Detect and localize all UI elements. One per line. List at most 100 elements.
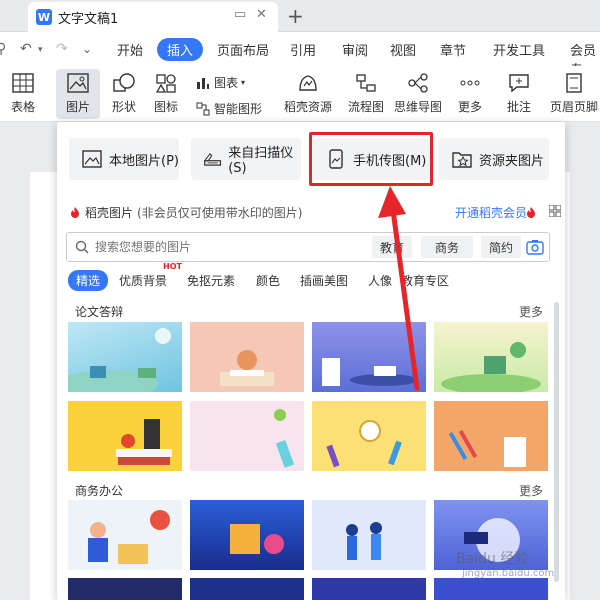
redo-icon[interactable]: ↷	[56, 41, 68, 57]
section-title-thesis: 论文答辩	[75, 305, 124, 319]
shape-button[interactable]: 形状	[106, 72, 142, 115]
icon-library-icon	[155, 74, 176, 93]
picture-thumbnail[interactable]	[312, 578, 426, 600]
picture-thumbnail[interactable]	[434, 401, 548, 471]
comment-label: 批注	[506, 100, 531, 114]
icon-library-button[interactable]: 图标	[148, 72, 184, 115]
search-icon[interactable]: ⚲	[0, 41, 6, 57]
icon-library-label: 图标	[153, 100, 178, 114]
thumbnail-image	[230, 524, 284, 554]
table-icon	[12, 73, 34, 93]
close-tab-icon[interactable]: ✕	[256, 7, 267, 22]
thumbnail-image	[322, 358, 418, 386]
picture-label: 图片	[65, 100, 90, 114]
undo-icon[interactable]: ↶	[20, 41, 32, 57]
chart-dropdown-icon: ▾	[241, 78, 246, 87]
menu-developer[interactable]: 开发工具	[493, 40, 545, 59]
title-bar: W 文字文稿1 ▭ ✕ +	[0, 0, 600, 32]
insert-picture-panel: 本地图片(P) 来自扫描仪(S) 手机传图(M) 资源夹图片 稻壳图片 (非会员…	[57, 122, 565, 600]
picture-thumbnail[interactable]	[68, 322, 182, 392]
thumbnail-image	[68, 328, 171, 392]
folder-picture-button[interactable]: 资源夹图片	[439, 138, 549, 180]
highlight-box	[309, 132, 433, 186]
panel-scrollbar[interactable]	[554, 302, 559, 582]
writer-app-icon: W	[36, 9, 52, 25]
category-education[interactable]: 教育专区	[401, 272, 449, 289]
local-picture-icon	[82, 150, 102, 168]
search-tag-business[interactable]: 商务	[421, 236, 473, 258]
section-more-thesis[interactable]: 更多	[519, 303, 543, 320]
menu-home[interactable]: 开始	[117, 40, 143, 59]
mindmap-label: 思维导图	[393, 100, 442, 114]
open-vip-link[interactable]: 开通稻壳会员	[455, 204, 527, 221]
chart-label: 图表	[214, 76, 239, 90]
menu-page-layout[interactable]: 页面布局	[217, 40, 269, 59]
docer-resources-button[interactable]: 稻壳资源	[280, 72, 336, 115]
local-picture-button[interactable]: 本地图片(P)	[69, 138, 179, 180]
scanner-icon	[203, 152, 222, 166]
thumbnail-image	[88, 510, 170, 564]
mindmap-icon	[408, 73, 428, 93]
docer-pictures-title: 稻壳图片	[85, 205, 134, 220]
comment-button[interactable]: 批注	[502, 72, 536, 115]
header-footer-button[interactable]: 页眉页脚	[548, 72, 600, 115]
folder-picture-label: 资源夹图片	[479, 153, 545, 169]
more-button[interactable]: 更多	[450, 72, 490, 115]
grid-view-icon[interactable]	[549, 205, 561, 217]
picture-thumbnail[interactable]	[190, 578, 304, 600]
search-icon	[75, 240, 89, 254]
flowchart-label: 流程图	[347, 100, 384, 114]
section-title-business: 商务办公	[75, 484, 124, 498]
category-colors[interactable]: 颜色	[256, 272, 280, 289]
shape-label: 形状	[111, 100, 136, 114]
vip-flame-icon	[527, 207, 535, 218]
flowchart-button[interactable]: 流程图	[343, 72, 389, 115]
menu-insert[interactable]: 插入	[157, 38, 204, 61]
menu-view[interactable]: 视图	[390, 40, 416, 59]
picture-thumbnail[interactable]	[434, 322, 548, 392]
category-cutout[interactable]: 免抠元素	[187, 272, 235, 289]
category-backgrounds[interactable]: 优质背景	[119, 272, 167, 289]
picture-thumbnail[interactable]	[190, 322, 304, 392]
smart-graphic-button[interactable]: 智能图形	[196, 100, 262, 117]
picture-thumbnail[interactable]	[68, 500, 182, 570]
menu-references[interactable]: 引用	[290, 40, 316, 59]
picture-icon	[67, 73, 89, 93]
thumbnail-image	[326, 420, 402, 468]
picture-search-input[interactable]	[95, 240, 365, 254]
scanner-button[interactable]: 来自扫描仪(S)	[191, 138, 301, 180]
table-button[interactable]: 表格	[6, 72, 40, 115]
undo-dropdown-icon[interactable]: ▾	[38, 45, 43, 55]
thumbnail-image	[220, 350, 274, 386]
customize-toolbar-icon[interactable]: ⌄	[82, 42, 92, 56]
picture-thumbnail[interactable]	[68, 578, 182, 600]
mindmap-button[interactable]: 思维导图	[392, 72, 444, 115]
search-tag-education[interactable]: 教育	[372, 236, 412, 258]
category-illustrations[interactable]: 插画美图	[300, 272, 348, 289]
table-label: 表格	[10, 100, 35, 114]
picture-thumbnail[interactable]	[312, 500, 426, 570]
float-window-icon[interactable]: ▭	[234, 7, 246, 22]
chart-button[interactable]: 图表 ▾	[196, 74, 245, 91]
menu-review[interactable]: 审阅	[342, 40, 368, 59]
baidu-watermark: Baidu 经验	[456, 551, 529, 567]
thumbnail-image	[116, 419, 172, 465]
picture-button[interactable]: 图片	[56, 69, 100, 119]
shape-icon	[113, 73, 135, 92]
category-portraits[interactable]: 人像	[368, 272, 392, 289]
picture-thumbnail[interactable]	[190, 500, 304, 570]
category-featured[interactable]: 精选	[68, 270, 109, 291]
menu-chapter[interactable]: 章节	[440, 40, 466, 59]
local-picture-label: 本地图片(P)	[109, 153, 179, 169]
camera-search-icon[interactable]	[526, 238, 544, 256]
picture-thumbnail[interactable]	[190, 401, 304, 471]
new-tab-button[interactable]: +	[287, 4, 304, 28]
search-tag-simple[interactable]: 简约	[481, 236, 521, 258]
smart-graphic-icon	[196, 102, 210, 115]
picture-thumbnail[interactable]	[68, 401, 182, 471]
picture-thumbnail[interactable]	[312, 401, 426, 471]
picture-thumbnail[interactable]	[312, 322, 426, 392]
header-footer-icon	[566, 73, 582, 93]
section-more-business[interactable]: 更多	[519, 482, 543, 499]
picture-thumbnail[interactable]	[434, 578, 548, 600]
